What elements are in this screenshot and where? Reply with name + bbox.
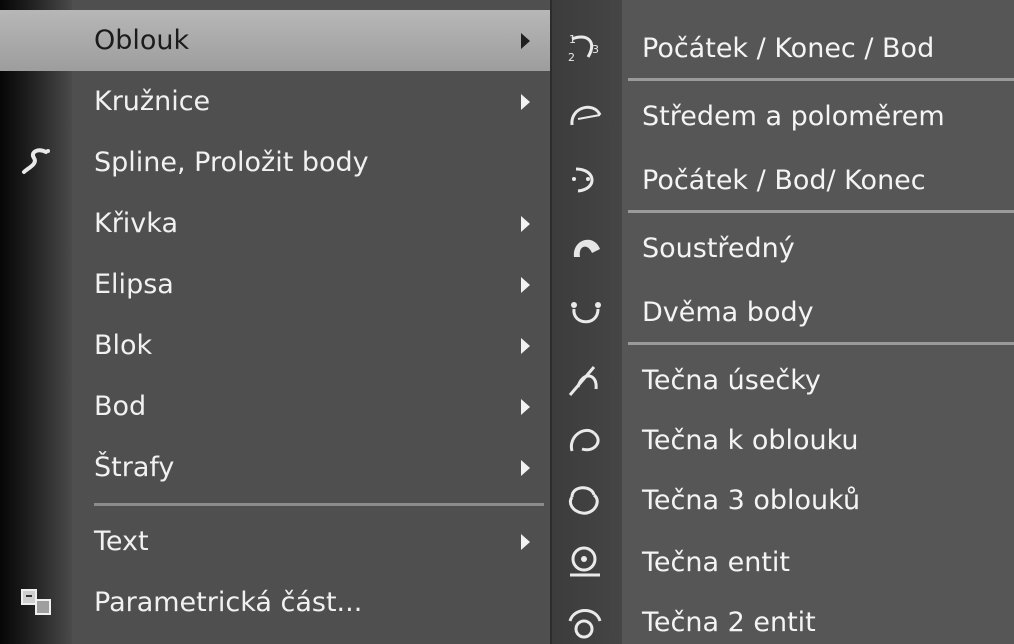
svg-text:2: 2 xyxy=(568,51,575,64)
submenu-item-start-end-point[interactable]: 1 2 3 Počátek / Konec / Bod xyxy=(552,16,1014,80)
menu-item-label: Parametrická část... xyxy=(94,587,363,618)
arc-center-radius-icon xyxy=(564,95,606,137)
arc-tangent-two-entities-icon xyxy=(564,601,606,643)
submenu-arrow-icon xyxy=(521,276,530,293)
arc-tangent-arc-icon xyxy=(564,419,606,461)
menu-item-spline[interactable]: Spline, Proložit body xyxy=(0,132,550,193)
submenu-separator xyxy=(628,210,1014,213)
cad-menu-screen: Oblouk Kružnice Spline, Proložit body Kř… xyxy=(0,0,1014,644)
submenu-item-center-radius[interactable]: Středem a poloměrem xyxy=(552,84,1014,148)
menu-item-label: Spline, Proložit body xyxy=(94,147,369,178)
menu-item-text[interactable]: Text xyxy=(0,511,550,572)
submenu-item-label: Počátek / Bod/ Konec xyxy=(642,164,926,196)
submenu-arrow-icon xyxy=(521,398,530,415)
menu-item-label: Štrafy xyxy=(94,452,175,483)
submenu-item-label: Tečna k oblouku xyxy=(642,424,859,456)
menu-item-elipsa[interactable]: Elipsa xyxy=(0,254,550,315)
submenu-item-label: Tečna úsečky xyxy=(642,364,821,396)
submenu-separator xyxy=(628,342,1014,345)
menu-separator xyxy=(94,503,544,506)
submenu-arrow-icon xyxy=(521,337,530,354)
submenu-item-label: Dvěma body xyxy=(642,296,814,328)
submenu-item-tangent-line[interactable]: Tečna úsečky xyxy=(552,348,1014,412)
submenu-item-label: Soustředný xyxy=(642,232,795,264)
svg-text:3: 3 xyxy=(592,43,599,56)
submenu-item-tangent-arc[interactable]: Tečna k oblouku xyxy=(552,408,1014,472)
arc-two-points-icon xyxy=(564,291,606,333)
submenu-arrow-icon xyxy=(521,215,530,232)
submenu-arrow-icon xyxy=(521,533,530,550)
menu-item-krivka[interactable]: Křivka xyxy=(0,193,550,254)
submenu-item-tangent-three-arcs[interactable]: Tečna 3 oblouků xyxy=(552,468,1014,532)
submenu-item-tangent-entities[interactable]: Tečna entit xyxy=(552,530,1014,594)
submenu-item-label: Tečna 2 entit xyxy=(642,606,816,638)
menu-item-blok[interactable]: Blok xyxy=(0,315,550,376)
menu-item-label: Bod xyxy=(94,391,147,422)
menu-item-parametric[interactable]: Parametrická část... xyxy=(0,572,550,633)
submenu-item-label: Tečna 3 oblouků xyxy=(642,484,861,516)
arc-tangent-three-arcs-icon xyxy=(564,479,606,521)
menu-item-label: Elipsa xyxy=(94,269,174,300)
menu-item-kruznice[interactable]: Kružnice xyxy=(0,71,550,132)
menu-item-label: Text xyxy=(94,526,149,557)
arc-tangent-line-icon xyxy=(564,359,606,401)
menu-item-label: Kružnice xyxy=(94,86,211,117)
menu-item-oblouk[interactable]: Oblouk xyxy=(0,10,550,71)
submenu-arrow-icon xyxy=(521,93,530,110)
arc-start-end-point-icon: 1 2 3 xyxy=(564,27,606,69)
menu-item-label: Blok xyxy=(94,330,153,361)
submenu-item-two-points[interactable]: Dvěma body xyxy=(552,280,1014,344)
menu-item-label: Křivka xyxy=(94,208,178,239)
menu-item-strafy[interactable]: Štrafy xyxy=(0,437,550,498)
submenu-separator xyxy=(628,78,1014,81)
submenu-arrow-icon xyxy=(521,459,530,476)
arc-start-point-end-icon xyxy=(564,159,606,201)
spline-icon xyxy=(16,142,58,184)
svg-text:1: 1 xyxy=(569,33,576,46)
submenu-item-label: Počátek / Konec / Bod xyxy=(642,32,935,64)
submenu-arrow-icon xyxy=(521,32,530,49)
submenu-item-start-point-end[interactable]: Počátek / Bod/ Konec xyxy=(552,148,1014,212)
submenu-item-label: Tečna entit xyxy=(642,546,790,578)
parametric-part-icon xyxy=(16,582,58,624)
arc-concentric-icon xyxy=(564,227,606,269)
submenu-item-concentric[interactable]: Soustředný xyxy=(552,216,1014,280)
submenu-item-tangent-two-entities[interactable]: Tečna 2 entit xyxy=(552,590,1014,644)
menu-item-label: Oblouk xyxy=(94,25,190,56)
submenu-item-label: Středem a poloměrem xyxy=(642,100,945,132)
arc-tangent-entities-icon xyxy=(564,541,606,583)
menu-item-bod[interactable]: Bod xyxy=(0,376,550,437)
